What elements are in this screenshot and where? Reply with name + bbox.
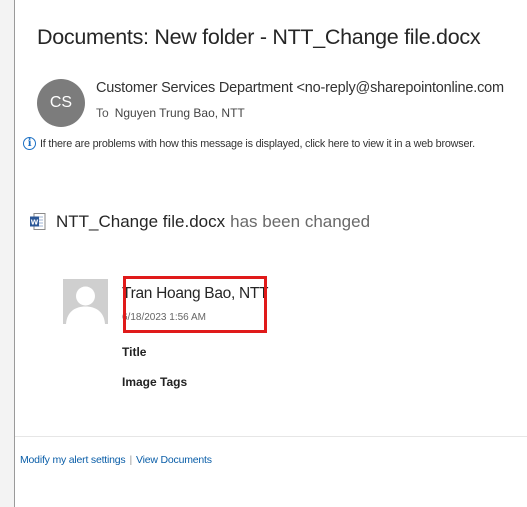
infobar-text[interactable]: If there are problems with how this mess… [40,138,475,150]
to-label: To [96,106,109,120]
view-documents-link[interactable]: View Documents [136,454,212,466]
document-change-heading: W NTT_Change file.docx has been changed [30,212,370,232]
display-problem-infobar[interactable]: i If there are problems with how this me… [23,137,475,150]
sender-name[interactable]: Customer Services Department <no-reply@s… [96,80,504,96]
editor-highlight-box [123,276,267,333]
document-change-status: has been changed [230,212,371,231]
sender-avatar: CS [37,79,85,127]
footer-separator: | [129,454,133,466]
editor-avatar [63,279,108,324]
svg-text:W: W [31,219,39,227]
person-placeholder-icon [63,279,108,324]
footer-divider [15,436,527,437]
sender-initials: CS [49,94,73,111]
document-file-name[interactable]: NTT_Change file.docx [56,212,225,232]
field-title-label: Title [122,345,147,359]
field-image-tags-label: Image Tags [122,375,188,389]
word-document-icon: W [30,213,46,230]
info-icon: i [23,137,36,150]
email-subject: Documents: New folder - NTT_Change file.… [37,25,481,49]
modify-alert-settings-link[interactable]: Modify my alert settings [20,454,126,466]
email-message-pane: Documents: New folder - NTT_Change file.… [14,0,527,507]
recipient-name[interactable]: Nguyen Trung Bao, NTT [115,106,245,120]
recipients-line: To Nguyen Trung Bao, NTT [96,106,245,120]
footer-links: Modify my alert settings | View Documents [20,454,212,466]
